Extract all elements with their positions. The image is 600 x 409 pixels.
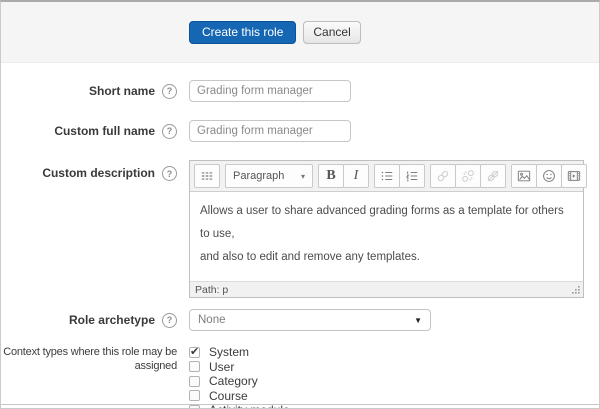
custom-description-label: Custom description — [42, 166, 155, 180]
description-text-line: and also to edit and remove any template… — [200, 251, 420, 263]
checkbox[interactable] — [189, 376, 200, 387]
image-icon — [517, 169, 531, 183]
custom-full-name-input[interactable] — [189, 120, 351, 142]
checkbox[interactable] — [189, 361, 200, 372]
link-icon — [436, 169, 450, 183]
description-content-area[interactable]: Allows a user to share advanced grading … — [190, 192, 583, 281]
autolink-off-icon — [486, 169, 500, 183]
context-type-option[interactable]: Course — [189, 389, 290, 403]
editor-path-indicator[interactable]: Path: p — [195, 284, 228, 296]
form-actions: Create this role Cancel — [189, 21, 361, 44]
description-rich-text-editor: Paragraph ▾ B I — [189, 160, 584, 298]
help-icon[interactable]: ? — [162, 313, 177, 328]
custom-description-labelcell: Custom description ? — [1, 160, 177, 298]
emoticon-button[interactable] — [536, 164, 562, 188]
role-archetype-select[interactable]: None ▼ — [189, 309, 431, 331]
context-types-row: Context types where this role may be ass… — [1, 345, 599, 409]
link-button[interactable] — [430, 164, 456, 188]
toggle-toolbar-icon — [200, 169, 214, 183]
cancel-button[interactable]: Cancel — [303, 21, 360, 44]
short-name-input[interactable] — [189, 80, 351, 102]
custom-full-name-row: Custom full name ? — [1, 120, 599, 142]
role-archetype-selected-value: None — [198, 314, 226, 326]
editor-toolbar: Paragraph ▾ B I — [190, 161, 583, 192]
short-name-labelcell: Short name ? — [1, 80, 177, 102]
unlink-button[interactable] — [455, 164, 481, 188]
create-role-form-page: Create this role Cancel Short name ? Cus… — [0, 0, 600, 409]
insert-media-button[interactable] — [561, 164, 587, 188]
custom-full-name-ctrl — [189, 120, 351, 142]
italic-button[interactable]: I — [343, 164, 369, 188]
role-archetype-label: Role archetype — [69, 313, 155, 327]
context-types-label-line: assigned — [1, 359, 177, 373]
checkbox[interactable] — [189, 405, 200, 409]
media-icon — [567, 169, 581, 183]
toggle-toolbar-button[interactable] — [194, 164, 220, 188]
role-definition-form: Short name ? Custom full name ? Custom d… — [1, 63, 599, 409]
checkbox[interactable] — [189, 390, 200, 401]
bold-button[interactable]: B — [318, 164, 344, 188]
custom-description-ctrl: Paragraph ▾ B I — [189, 160, 584, 298]
short-name-label: Short name — [89, 84, 155, 98]
context-type-option[interactable]: System — [189, 345, 290, 359]
checkbox-label: Course — [209, 389, 248, 403]
custom-full-name-labelcell: Custom full name ? — [1, 120, 177, 142]
insert-image-button[interactable] — [511, 164, 537, 188]
context-types-label-line: Context types where this role may be — [1, 345, 177, 359]
context-types-label: Context types where this role may be ass… — [1, 345, 177, 373]
numbered-list-icon — [405, 169, 419, 183]
checkbox-label: User — [209, 360, 234, 374]
emoticon-icon — [542, 169, 556, 183]
help-icon[interactable]: ? — [162, 124, 177, 139]
paragraph-format-label: Paragraph — [233, 170, 284, 182]
checkbox-label: System — [209, 345, 249, 359]
bullet-list-icon — [380, 169, 394, 183]
context-type-option[interactable]: Category — [189, 374, 290, 388]
description-text-line: Allows a user to share advanced grading … — [200, 205, 564, 240]
resize-grip-icon[interactable] — [571, 285, 580, 294]
context-type-option[interactable]: User — [189, 360, 290, 374]
form-actions-bar: Create this role Cancel — [1, 2, 599, 63]
unlink-icon — [461, 169, 475, 183]
role-archetype-ctrl: None ▼ — [189, 309, 431, 331]
checkbox-label: Category — [209, 374, 258, 388]
autolink-off-button[interactable] — [480, 164, 506, 188]
form-bottom-divider — [1, 404, 599, 405]
context-types-labelcell: Context types where this role may be ass… — [1, 345, 177, 409]
short-name-ctrl — [189, 80, 351, 102]
context-types-checkbox-list: System User Category — [189, 345, 290, 409]
short-name-row: Short name ? — [1, 80, 599, 102]
checkbox[interactable] — [189, 347, 200, 358]
custom-full-name-label: Custom full name — [54, 124, 155, 138]
help-icon[interactable]: ? — [162, 84, 177, 99]
help-icon[interactable]: ? — [162, 166, 177, 181]
select-arrow-icon: ▼ — [414, 316, 422, 325]
numbered-list-button[interactable] — [399, 164, 425, 188]
create-this-role-button[interactable]: Create this role — [189, 21, 296, 44]
role-archetype-labelcell: Role archetype ? — [1, 309, 177, 331]
chevron-down-icon: ▾ — [301, 172, 305, 181]
bullet-list-button[interactable] — [374, 164, 400, 188]
role-archetype-row: Role archetype ? None ▼ — [1, 309, 599, 331]
paragraph-format-dropdown[interactable]: Paragraph ▾ — [225, 164, 313, 188]
custom-description-row: Custom description ? — [1, 160, 599, 298]
context-types-ctrl: System User Category — [189, 345, 290, 409]
editor-status-bar: Path: p — [190, 281, 583, 297]
